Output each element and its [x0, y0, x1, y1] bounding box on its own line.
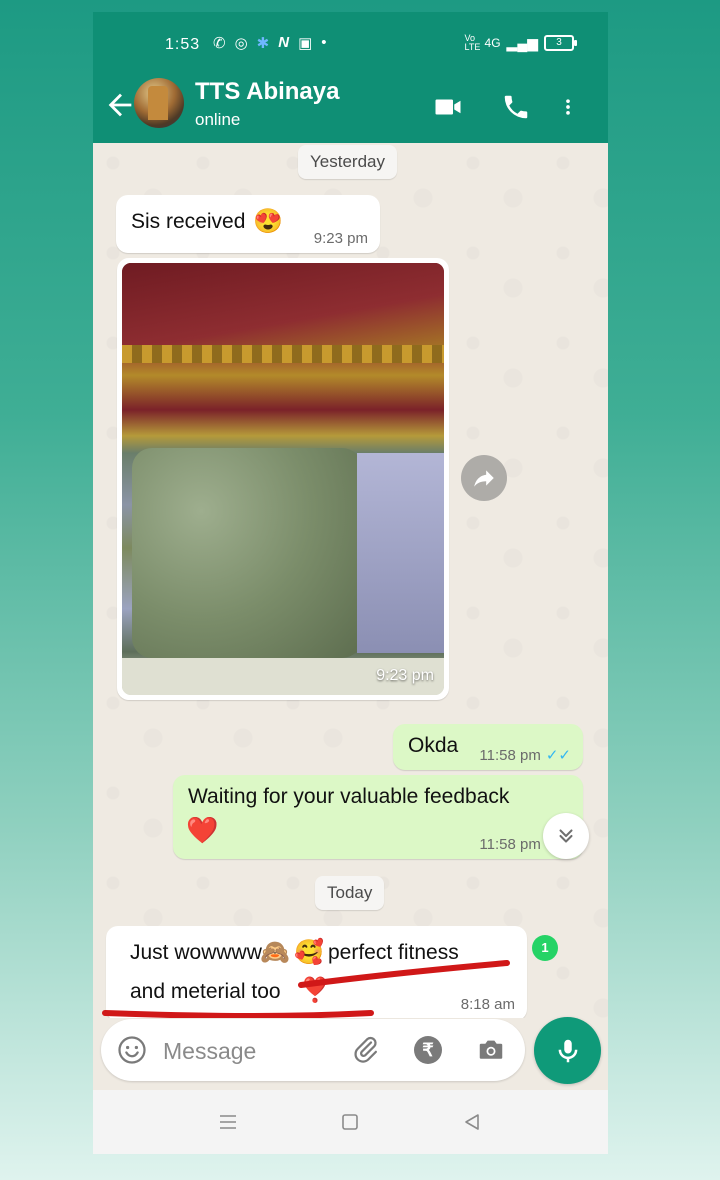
heart-eyes-emoji: 😍 [253, 208, 283, 235]
avatar[interactable] [134, 78, 184, 128]
message-text: Sis received [131, 210, 246, 233]
signal-icon: ▂▄▆ [506, 34, 538, 51]
message-time: 11:58 pm [479, 836, 541, 853]
news-icon: ▣ [298, 35, 313, 52]
forward-button[interactable] [461, 455, 507, 501]
microphone-icon [558, 1039, 577, 1062]
status-right: Vo LTE 4G ▂▄▆ 3 [464, 33, 577, 52]
message-bubble-incoming[interactable]: Sis received 😍 9:23 pm [116, 195, 380, 253]
message-bubble-outgoing[interactable]: Okda 11:58 pm ✓✓ [393, 724, 583, 770]
video-camera-icon[interactable] [431, 92, 465, 122]
n-app-icon: N [278, 34, 290, 51]
scroll-to-bottom-button[interactable] [543, 813, 589, 859]
date-chip-today: Today [315, 876, 385, 910]
microphone-button[interactable] [534, 1017, 601, 1084]
home-square-icon[interactable] [338, 1110, 362, 1134]
contact-name[interactable]: TTS Abinaya [195, 78, 339, 106]
more-notifications-dot: • [321, 34, 327, 51]
system-nav-bar [93, 1090, 608, 1154]
app-notification-icon: ✱ [256, 35, 270, 52]
menu-lines-icon[interactable] [216, 1110, 240, 1134]
message-time: 9:23 pm [313, 230, 368, 247]
paperclip-icon[interactable] [351, 1035, 381, 1065]
battery-icon: 3 [544, 35, 577, 51]
phone-screen: 1:53 ✆ ◎ ✱ N ▣ • Vo LTE 4G ▂▄▆ 3 TTS Abi… [93, 12, 608, 1154]
saree-photo[interactable]: 9:23 pm [122, 263, 444, 695]
missed-call-icon: ✆ [213, 35, 226, 52]
forward-icon [474, 470, 494, 487]
message-text: Waiting for your valuable feedback [188, 785, 510, 808]
message-bubble-outgoing[interactable]: Waiting for your valuable feedback ❤️ 11… [173, 775, 583, 859]
status-bar: 1:53 ✆ ◎ ✱ N ▣ • Vo LTE 4G ▂▄▆ 3 [93, 12, 608, 72]
chat-area[interactable]: Yesterday Sis received 😍 9:23 pm 9:23 pm… [93, 143, 608, 1018]
message-input[interactable] [161, 1033, 345, 1069]
instagram-icon: ◎ [234, 35, 248, 52]
arrow-left-icon[interactable] [103, 88, 137, 122]
double-check-icon: ✓✓ [545, 747, 571, 764]
contact-status: online [195, 110, 241, 129]
emoji-icon[interactable] [117, 1035, 147, 1065]
notification-icons: ✆ ◎ ✱ N ▣ • [213, 34, 327, 52]
message-time: 11:58 pm [479, 747, 541, 764]
red-annotation-strokes [102, 960, 510, 1018]
camera-icon[interactable] [476, 1035, 506, 1065]
double-chevron-down-icon [559, 829, 573, 843]
message-text: Okda [408, 734, 459, 757]
phone-icon[interactable] [499, 92, 533, 122]
back-triangle-icon[interactable] [460, 1110, 484, 1134]
photo-time: 9:23 pm [376, 667, 434, 684]
message-input-bar: ₹ [101, 1019, 525, 1081]
date-chip-yesterday: Yesterday [298, 145, 397, 179]
chat-header: TTS Abinaya online [93, 72, 608, 143]
network-label: 4G [484, 36, 501, 50]
unread-count-badge: 1 [532, 935, 558, 961]
rupee-icon[interactable]: ₹ [414, 1036, 442, 1064]
image-message[interactable]: 9:23 pm [117, 258, 449, 700]
volte-label: Vo LTE [464, 33, 481, 52]
more-vertical-icon[interactable] [558, 92, 578, 122]
status-time: 1:53 [165, 36, 201, 53]
red-heart-emoji: ❤️ [186, 815, 219, 845]
